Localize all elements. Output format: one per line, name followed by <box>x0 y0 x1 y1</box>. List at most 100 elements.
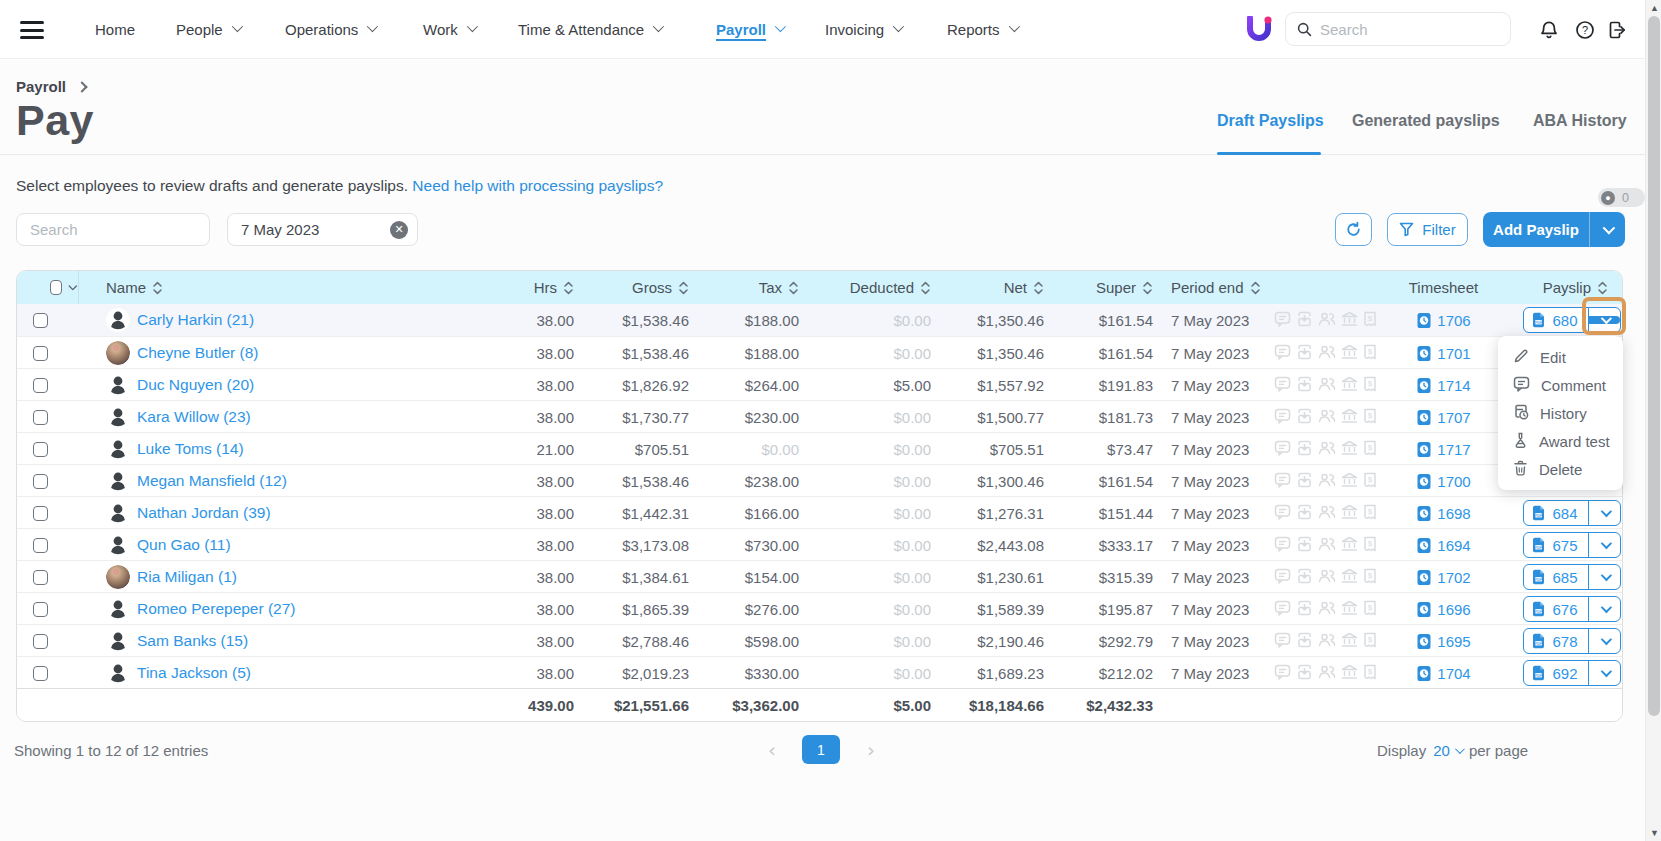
menu-item-delete[interactable]: Delete <box>1498 455 1623 483</box>
row-checkbox[interactable] <box>33 474 48 489</box>
clear-date-icon[interactable]: ✕ <box>390 221 408 239</box>
employee-name-link[interactable]: Kara Willow (23) <box>137 408 251 426</box>
page-scrollbar[interactable]: ▲ ▼ <box>1645 0 1661 841</box>
row-checkbox[interactable] <box>33 634 48 649</box>
export-icon[interactable] <box>1296 664 1313 683</box>
employee-name-link[interactable]: Carly Harkin (21) <box>137 311 254 329</box>
per-page-dropdown[interactable]: 20 <box>1433 742 1462 759</box>
comment-icon[interactable] <box>1274 504 1291 523</box>
menu-item-award-test[interactable]: Award test <box>1498 427 1623 455</box>
receipt-icon[interactable]: $ <box>1363 664 1377 683</box>
add-payslip-label[interactable]: Add Payslip <box>1483 212 1589 247</box>
timesheet-link[interactable]: 1695 <box>1416 633 1470 650</box>
table-search-input[interactable]: Search <box>16 213 210 246</box>
column-header-super[interactable]: Super <box>1048 271 1157 304</box>
people-icon[interactable] <box>1318 311 1336 329</box>
people-icon[interactable] <box>1318 472 1336 490</box>
global-search-input[interactable] <box>1320 21 1490 38</box>
bank-icon[interactable] <box>1341 600 1358 619</box>
timesheet-link[interactable]: 1702 <box>1416 569 1470 586</box>
timesheet-link[interactable]: 1701 <box>1416 345 1470 362</box>
bank-icon[interactable] <box>1341 472 1358 491</box>
timesheet-link[interactable]: 1704 <box>1416 665 1470 682</box>
bank-icon[interactable] <box>1341 664 1358 683</box>
column-header-gross[interactable]: Gross <box>578 271 693 304</box>
row-checkbox[interactable] <box>33 602 48 617</box>
column-header-tax[interactable]: Tax <box>693 271 803 304</box>
bank-icon[interactable] <box>1341 568 1358 587</box>
receipt-icon[interactable]: $ <box>1363 536 1377 555</box>
comment-icon[interactable] <box>1274 376 1291 395</box>
comment-icon[interactable] <box>1274 568 1291 587</box>
employee-name-link[interactable]: Tina Jackson (5) <box>137 664 251 682</box>
row-checkbox[interactable] <box>33 346 48 361</box>
receipt-icon[interactable]: $ <box>1363 472 1377 491</box>
refresh-button[interactable] <box>1335 213 1372 246</box>
filter-button[interactable]: Filter <box>1387 213 1468 246</box>
comment-icon[interactable] <box>1274 344 1291 363</box>
bank-icon[interactable] <box>1341 311 1358 330</box>
nav-item-home[interactable]: Home <box>95 0 135 59</box>
date-filter-input[interactable]: 7 May 2023 ✕ <box>227 213 418 246</box>
bank-icon[interactable] <box>1341 632 1358 651</box>
bank-icon[interactable] <box>1341 408 1358 427</box>
employee-name-link[interactable]: Luke Toms (14) <box>137 440 244 458</box>
comment-icon[interactable] <box>1274 632 1291 651</box>
people-icon[interactable] <box>1318 600 1336 618</box>
row-checkbox[interactable] <box>33 410 48 425</box>
bank-icon[interactable] <box>1341 344 1358 363</box>
timesheet-link[interactable]: 1698 <box>1416 505 1470 522</box>
row-checkbox[interactable] <box>33 538 48 553</box>
timesheet-link[interactable]: 1707 <box>1416 409 1470 426</box>
receipt-icon[interactable]: $ <box>1363 376 1377 395</box>
pagination-page-1[interactable]: 1 <box>802 735 840 764</box>
comment-icon[interactable] <box>1274 664 1291 683</box>
people-icon[interactable] <box>1318 376 1336 394</box>
employee-name-link[interactable]: Ria Miligan (1) <box>137 568 237 586</box>
chat-widget-badge[interactable]: ● 0 <box>1598 188 1645 207</box>
nav-item-operations[interactable]: Operations <box>285 0 375 59</box>
menu-item-comment[interactable]: Comment <box>1498 371 1623 399</box>
receipt-icon[interactable]: $ <box>1363 632 1377 651</box>
comment-icon[interactable] <box>1274 536 1291 555</box>
nav-item-time-attendance[interactable]: Time & Attendance <box>518 0 661 59</box>
timesheet-link[interactable]: 1717 <box>1416 441 1470 458</box>
comment-icon[interactable] <box>1274 472 1291 491</box>
people-icon[interactable] <box>1318 408 1336 426</box>
column-header-name[interactable]: Name <box>79 271 431 304</box>
export-icon[interactable] <box>1296 376 1313 395</box>
payslip-dropdown-toggle[interactable] <box>1589 605 1620 613</box>
receipt-icon[interactable]: $ <box>1363 440 1377 459</box>
export-icon[interactable] <box>1296 440 1313 459</box>
timesheet-link[interactable]: 1700 <box>1416 473 1470 490</box>
export-icon[interactable] <box>1296 600 1313 619</box>
export-icon[interactable] <box>1296 504 1313 523</box>
people-icon[interactable] <box>1318 440 1336 458</box>
logout-icon[interactable] <box>1607 20 1627 40</box>
export-icon[interactable] <box>1296 311 1313 330</box>
menu-item-history[interactable]: History <box>1498 399 1623 427</box>
column-header-deducted[interactable]: Deducted <box>803 271 935 304</box>
pagination-prev-icon[interactable]: ‹ <box>763 741 781 759</box>
export-icon[interactable] <box>1296 472 1313 491</box>
column-header-net[interactable]: Net <box>935 271 1048 304</box>
receipt-icon[interactable]: $ <box>1363 344 1377 363</box>
tab-generated-payslips[interactable]: Generated payslips <box>1352 112 1500 155</box>
employee-name-link[interactable]: Nathan Jordan (39) <box>137 504 271 522</box>
employee-name-link[interactable]: Qun Gao (11) <box>137 536 231 554</box>
timesheet-link[interactable]: 1696 <box>1416 601 1470 618</box>
payslip-dropdown-toggle[interactable] <box>1589 637 1620 645</box>
nav-item-people[interactable]: People <box>176 0 240 59</box>
payslip-dropdown-toggle[interactable] <box>1589 669 1620 677</box>
people-icon[interactable] <box>1318 632 1336 650</box>
people-icon[interactable] <box>1318 568 1336 586</box>
comment-icon[interactable] <box>1274 440 1291 459</box>
row-checkbox[interactable] <box>33 442 48 457</box>
comment-icon[interactable] <box>1274 408 1291 427</box>
tab-draft-payslips[interactable]: Draft Payslips <box>1217 112 1324 155</box>
export-icon[interactable] <box>1296 408 1313 427</box>
nav-item-invoicing[interactable]: Invoicing <box>825 0 901 59</box>
scrollbar-thumb[interactable] <box>1648 16 1660 716</box>
people-icon[interactable] <box>1318 664 1336 682</box>
employee-name-link[interactable]: Cheyne Butler (8) <box>137 344 258 362</box>
